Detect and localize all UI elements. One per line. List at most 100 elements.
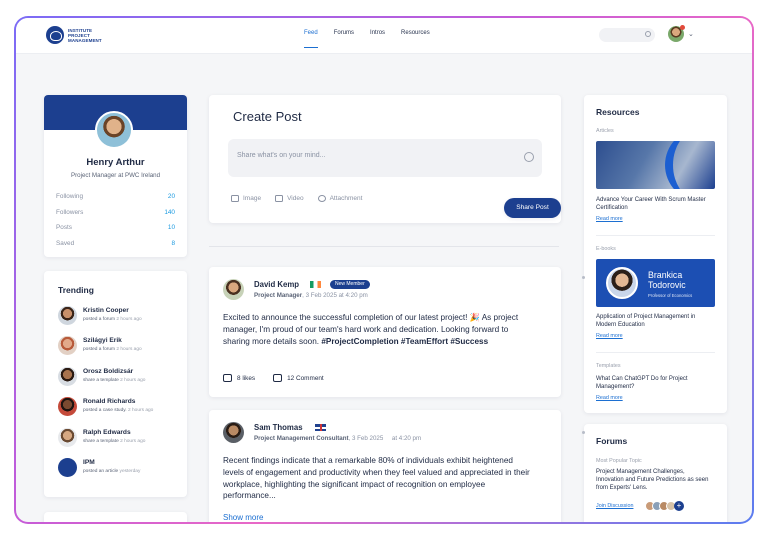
avatar bbox=[58, 306, 77, 325]
post-author[interactable]: Sam Thomas bbox=[254, 423, 303, 432]
article-read-more-link[interactable]: Read more bbox=[596, 216, 623, 222]
resources-card: Resources Articles Advance Your Career W… bbox=[584, 95, 727, 413]
app-screen: INSTITUTE PROJECT MANAGEMENT Feed Forums… bbox=[16, 18, 752, 522]
post-hashtags[interactable]: #ProjectCompletion #TeamEffort #Success bbox=[321, 337, 488, 346]
trending-item[interactable]: Kristin Cooper posted a forum 2 hours ag… bbox=[58, 306, 183, 328]
video-button[interactable]: Video bbox=[275, 195, 304, 202]
ebook-author-photo bbox=[606, 267, 638, 299]
trending-title: Trending bbox=[58, 285, 94, 295]
post-time: at 4:20 pm bbox=[391, 435, 422, 442]
comment-button[interactable]: 12 Comment bbox=[273, 374, 324, 382]
trending-name: Kristin Cooper bbox=[83, 307, 129, 314]
nav-feed[interactable]: Feed bbox=[304, 18, 318, 54]
articles-label: Articles bbox=[596, 128, 614, 134]
search-input[interactable] bbox=[599, 28, 655, 42]
forum-topic[interactable]: Project Management Challenges, Innovatio… bbox=[596, 468, 712, 492]
template-title[interactable]: What Can ChatGPT Do for Project Manageme… bbox=[596, 375, 716, 391]
ebook-cover[interactable]: Brankica Todorovic Professor of Economic… bbox=[596, 259, 715, 307]
trending-item[interactable]: Orosz Boldizsár share a template 2 hours… bbox=[58, 367, 183, 389]
trending-item[interactable]: IPM posted an article yesterday bbox=[58, 458, 183, 480]
trending-item[interactable]: Ralph Edwards share a template 2 hours a… bbox=[58, 428, 183, 450]
avatar bbox=[58, 336, 77, 355]
image-label: Image bbox=[243, 195, 262, 202]
avatar[interactable] bbox=[223, 422, 244, 443]
image-button[interactable]: Image bbox=[231, 195, 261, 202]
trending-name: IPM bbox=[83, 459, 95, 466]
device-frame: INSTITUTE PROJECT MANAGEMENT Feed Forums… bbox=[14, 16, 754, 524]
ebook-author-subtitle: Professor of Economics bbox=[648, 293, 693, 298]
divider bbox=[596, 352, 715, 353]
avatar bbox=[58, 428, 77, 447]
template-read-more-link[interactable]: Read more bbox=[596, 395, 623, 401]
nav-forums[interactable]: Forums bbox=[334, 18, 354, 54]
ebook-read-more-link[interactable]: Read more bbox=[596, 333, 623, 339]
nav-resources[interactable]: Resources bbox=[401, 18, 430, 54]
stat-followers[interactable]: Followers 140 bbox=[56, 209, 175, 216]
trending-card: Trending Kristin Cooper posted a forum 2… bbox=[44, 271, 187, 497]
plus-icon[interactable]: + bbox=[674, 501, 684, 511]
avatar[interactable] bbox=[223, 279, 244, 300]
chevron-down-icon[interactable]: ⌄ bbox=[688, 30, 694, 38]
trending-item[interactable]: Ronald Richards posted a case study. 2 h… bbox=[58, 397, 183, 419]
stat-value: 20 bbox=[167, 193, 175, 200]
share-post-button[interactable]: Share Post bbox=[504, 198, 561, 218]
join-discussion-link[interactable]: Join Discussion bbox=[596, 503, 633, 509]
stat-following[interactable]: Following 20 bbox=[56, 193, 175, 200]
attachment-options: Image Video Attachment bbox=[231, 195, 362, 202]
forums-title: Forums bbox=[596, 436, 628, 446]
attachment-button[interactable]: Attachment bbox=[317, 195, 362, 202]
emoji-icon[interactable] bbox=[524, 152, 534, 162]
logo[interactable]: INSTITUTE PROJECT MANAGEMENT bbox=[46, 26, 102, 44]
popular-topic-label: Most Popular Topic bbox=[596, 458, 642, 464]
search-icon bbox=[645, 31, 651, 37]
post-actions: 8 likes 12 Comment bbox=[223, 374, 324, 382]
forums-card: Forums Most Popular Topic Project Manage… bbox=[584, 424, 727, 522]
top-navigation: INSTITUTE PROJECT MANAGEMENT Feed Forums… bbox=[16, 18, 752, 54]
video-label: Video bbox=[287, 195, 304, 202]
trending-meta: posted a case study. 2 hours ago bbox=[83, 408, 153, 413]
divider bbox=[582, 276, 585, 279]
article-image[interactable] bbox=[596, 141, 715, 189]
profile-name[interactable]: Henry Arthur bbox=[44, 157, 187, 168]
article-title[interactable]: Advance Your Career With Scrum Master Ce… bbox=[596, 196, 716, 212]
trending-name: Ralph Edwards bbox=[83, 429, 131, 436]
stat-label: Followers bbox=[56, 209, 84, 216]
stat-value: 10 bbox=[167, 224, 175, 231]
post-card: Sam Thomas Project Management Consultant… bbox=[209, 410, 561, 522]
divider bbox=[582, 431, 585, 434]
trending-action: posted a case study. bbox=[83, 408, 127, 413]
logo-text: INSTITUTE PROJECT MANAGEMENT bbox=[68, 27, 102, 43]
post-author[interactable]: David Kemp bbox=[254, 280, 299, 289]
avatar bbox=[58, 397, 77, 416]
post-input[interactable]: Share what's on your mind... bbox=[228, 139, 542, 177]
stat-value: 140 bbox=[164, 209, 175, 216]
comment-icon bbox=[273, 374, 283, 382]
post-role: Project Manager bbox=[254, 292, 303, 299]
trending-name: Orosz Boldizsár bbox=[83, 368, 134, 375]
create-post-title: Create Post bbox=[233, 109, 302, 124]
like-button[interactable]: 8 likes bbox=[223, 374, 255, 382]
uk-flag-icon bbox=[315, 424, 326, 431]
trending-time: yesterday bbox=[119, 469, 141, 474]
trending-meta: posted an article yesterday bbox=[83, 469, 140, 474]
new-member-badge: New Member bbox=[330, 280, 370, 289]
stat-saved[interactable]: Saved 8 bbox=[56, 240, 175, 247]
stat-label: Posts bbox=[56, 224, 72, 231]
stat-posts[interactable]: Posts 10 bbox=[56, 224, 175, 231]
nav-intros[interactable]: Intros bbox=[370, 18, 385, 54]
ebook-title[interactable]: Application of Project Management in Mod… bbox=[596, 313, 716, 329]
trending-name: Szilágyi Erik bbox=[83, 337, 122, 344]
left-card-stub bbox=[44, 512, 187, 522]
resources-title: Resources bbox=[596, 107, 640, 117]
logo-icon bbox=[46, 26, 64, 44]
avatar bbox=[58, 367, 77, 386]
paperclip-icon bbox=[317, 195, 326, 202]
profile-card: Henry Arthur Project Manager at PWC Irel… bbox=[44, 95, 187, 257]
stat-label: Saved bbox=[56, 240, 75, 247]
trending-time: 2 hours ago bbox=[116, 347, 142, 352]
trending-item[interactable]: Szilágyi Erik posted a forum 2 hours ago bbox=[58, 336, 183, 358]
ebook-author-name: Brankica Todorovic bbox=[648, 270, 686, 290]
profile-avatar[interactable] bbox=[95, 111, 133, 149]
participant-avatars: + bbox=[645, 501, 684, 511]
show-more-link[interactable]: Show more bbox=[223, 513, 263, 522]
